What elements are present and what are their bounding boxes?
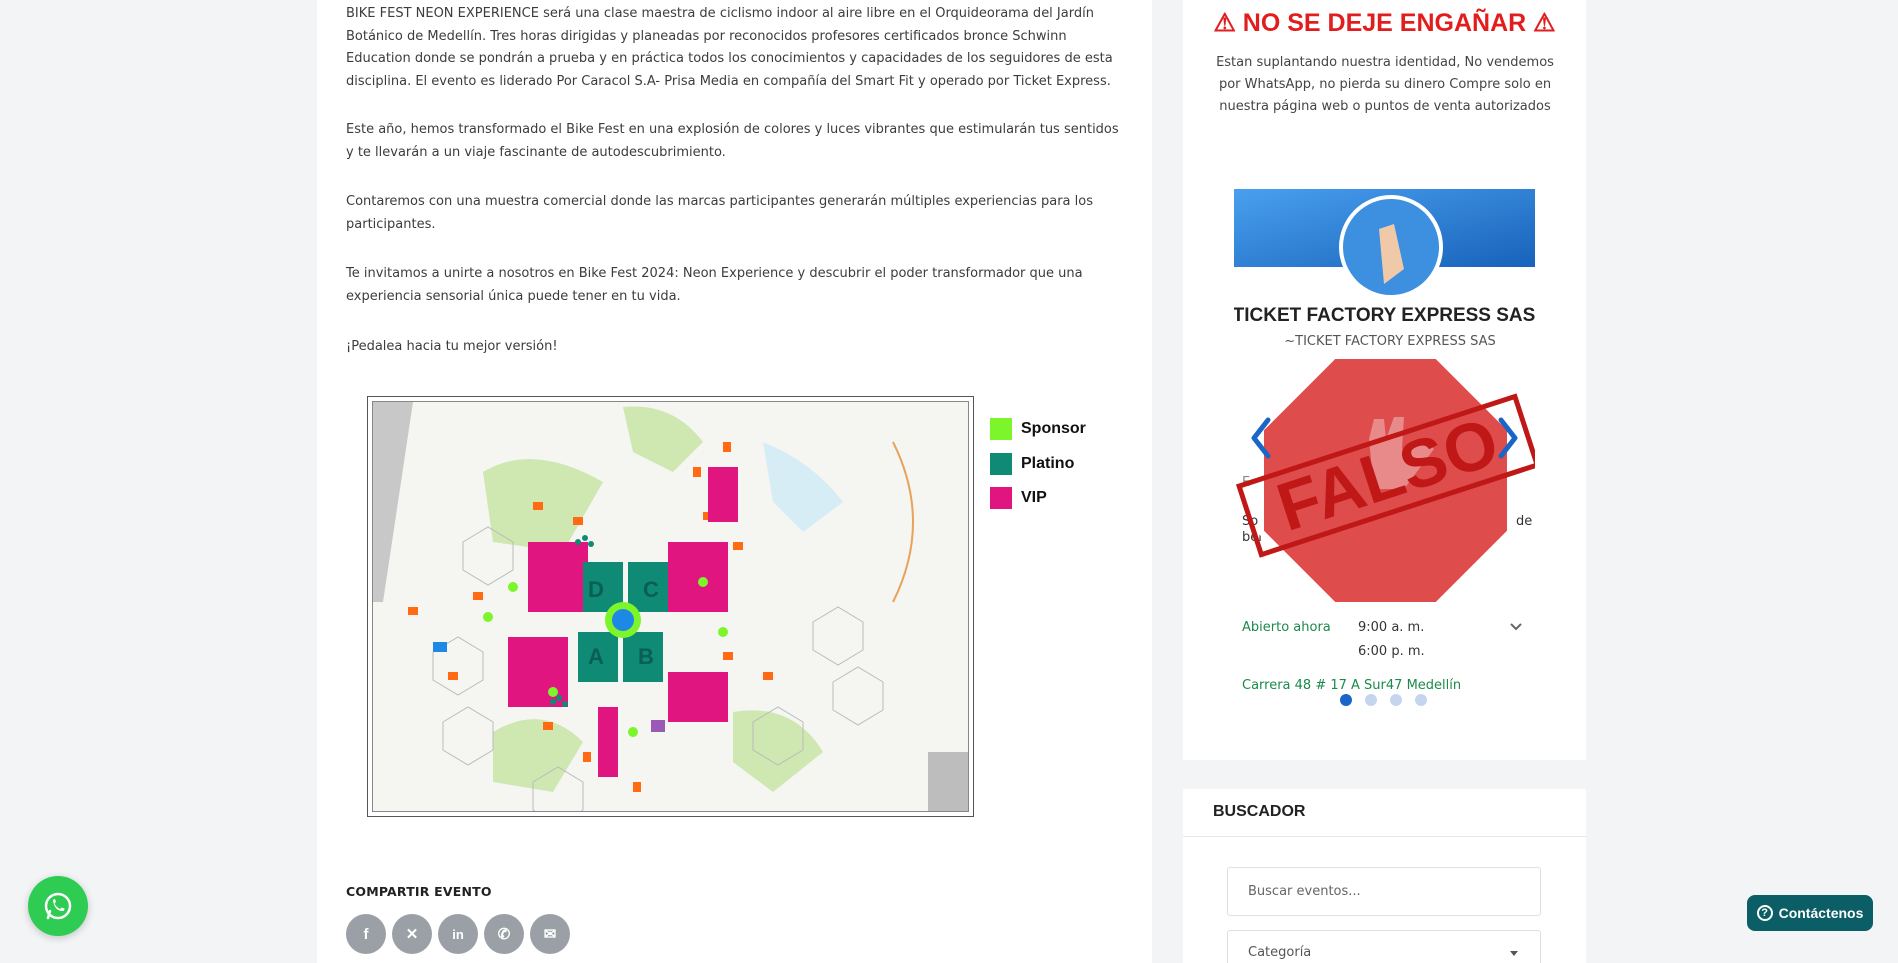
warning-title: ⚠ NO SE DEJE ENGAÑAR ⚠	[1213, 9, 1556, 37]
share-x-button[interactable]: ✕	[392, 914, 432, 954]
carousel-profile-name: TICKET FACTORY EXPRESS SAS	[1234, 305, 1535, 326]
legend-item-vip: VIP	[990, 487, 1047, 509]
venue-map-svg: D C A B	[373, 402, 968, 811]
carousel-hours-1: 9:00 a. m.	[1358, 620, 1424, 635]
carousel-dot-1[interactable]	[1340, 694, 1352, 706]
carousel-next-arrow-icon[interactable]	[1497, 416, 1521, 460]
carousel-pagination	[1340, 694, 1427, 706]
search-events-input[interactable]	[1227, 867, 1541, 916]
event-description-paragraph-3: Contaremos con una muestra comercial don…	[346, 194, 1093, 232]
whatsapp-icon: ✆	[497, 926, 511, 943]
contact-us-label: Contáctenos	[1778, 905, 1864, 921]
share-whatsapp-button[interactable]: ✆	[484, 914, 524, 954]
email-icon: ✉	[543, 926, 557, 943]
carousel-chevron-down-icon	[1510, 623, 1522, 631]
carousel-address: Carrera 48 # 17 A Sur47 Medellín	[1242, 678, 1461, 690]
contact-us-button[interactable]: ? Contáctenos	[1747, 895, 1873, 931]
x-icon: ✕	[405, 926, 419, 943]
share-linkedin-button[interactable]: in	[438, 914, 478, 954]
carousel-slide: TICKET FACTORY EXPRESS SAS ~TICKET FACTO…	[1234, 189, 1535, 690]
category-caret-icon	[1510, 951, 1518, 956]
share-facebook-button[interactable]: f	[346, 914, 386, 954]
map-zone-b: B	[638, 644, 654, 669]
map-zone-c: C	[643, 577, 659, 602]
carousel-open-now: Abierto ahora	[1242, 620, 1331, 635]
carousel-profile-sub: ~TICKET FACTORY EXPRESS SAS	[1284, 334, 1496, 349]
whatsapp-chat-button[interactable]	[28, 876, 88, 936]
carousel-prev-arrow-icon[interactable]	[1248, 416, 1272, 460]
carousel-snippet-right: de	[1516, 514, 1532, 529]
event-description-paragraph-1: BIKE FEST NEON EXPERIENCE será una clase…	[346, 6, 1113, 89]
event-description-paragraph-5: ¡Pedalea hacia tu mejor versión!	[346, 339, 558, 354]
carousel-dot-3[interactable]	[1390, 694, 1402, 706]
linkedin-icon: in	[452, 926, 464, 942]
legend-item-platino: Platino	[990, 453, 1074, 475]
search-divider	[1183, 836, 1586, 837]
category-select-label: Categoría	[1248, 945, 1312, 960]
legend-swatch-vip	[990, 487, 1012, 509]
help-icon: ?	[1756, 905, 1773, 921]
legend-item-sponsor: Sponsor	[990, 418, 1086, 440]
carousel-dot-4[interactable]	[1415, 694, 1427, 706]
event-description-paragraph-4: Te invitamos a unirte a nosotros en Bike…	[346, 266, 1083, 304]
venue-map: D C A B	[367, 396, 974, 817]
legend-label-platino: Platino	[1021, 455, 1075, 472]
venue-map-drawing: D C A B	[372, 401, 969, 812]
carousel-dot-2[interactable]	[1365, 694, 1377, 706]
warning-text: Estan suplantando nuestra identidad, No …	[1216, 55, 1554, 114]
map-zone-a: A	[588, 644, 604, 669]
share-event-title: COMPARTIR EVENTO	[346, 884, 492, 899]
legend-swatch-platino	[990, 453, 1012, 475]
carousel-hours-2: 6:00 p. m.	[1358, 644, 1425, 659]
legend-swatch-sponsor	[990, 418, 1012, 440]
share-email-button[interactable]: ✉	[530, 914, 570, 954]
search-title: BUSCADOR	[1213, 803, 1306, 820]
legend-label-sponsor: Sponsor	[1021, 420, 1086, 437]
map-zone-d: D	[588, 577, 604, 602]
category-select[interactable]: Categoría	[1227, 930, 1541, 963]
event-description-paragraph-2: Este año, hemos transformado el Bike Fes…	[346, 122, 1119, 160]
whatsapp-icon	[44, 892, 72, 920]
facebook-icon: f	[363, 925, 369, 943]
legend-label-vip: VIP	[1021, 489, 1047, 506]
warning-carousel: TICKET FACTORY EXPRESS SAS ~TICKET FACTO…	[1234, 189, 1535, 690]
falso-stamp: FALSO	[1235, 353, 1535, 608]
